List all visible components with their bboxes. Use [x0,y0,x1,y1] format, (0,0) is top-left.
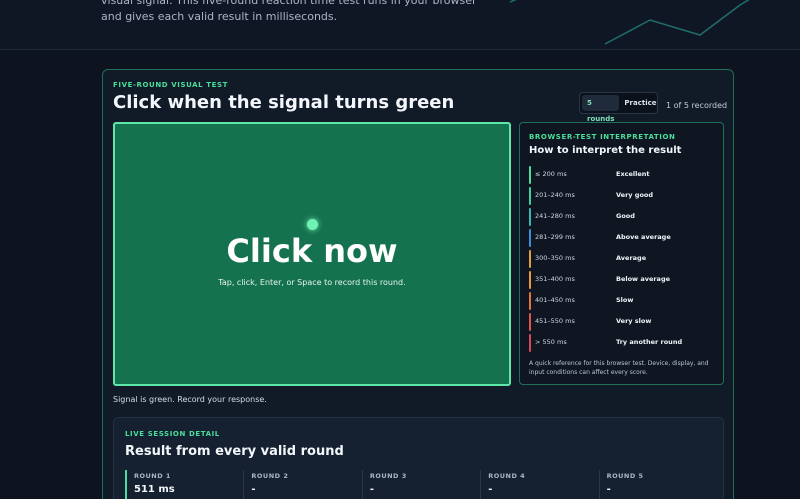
session-title: Result from every valid round [125,444,344,459]
session-detail-panel: LIVE SESSION DETAIL Result from every va… [113,417,724,499]
signal-prompt: Click now [226,232,398,270]
scale-color-bar [529,334,531,352]
round-results: ROUND 1 511 ms ROUND 2 - ROUND 3 - ROUND… [125,470,717,499]
interpretation-title: How to interpret the result [529,145,682,156]
signal-instructions: Tap, click, Enter, or Space to record th… [218,278,406,287]
scale-row: 281–299 ms Above average [529,228,717,249]
round-value: 511 ms [134,484,175,495]
scale-range: 201–240 ms [535,191,575,199]
scale-range: ≤ 200 ms [535,170,567,178]
scale-row: > 550 ms Try another round [529,333,717,354]
round-result: ROUND 5 - [598,470,717,499]
round-result: ROUND 4 - [480,470,598,499]
scale-color-bar [529,271,531,289]
interpretation-scale: ≤ 200 ms Excellent 201–240 ms Very good 24… [529,165,717,354]
signal-status-text: Signal is green. Record your response. [113,395,267,404]
scale-row: 201–240 ms Very good [529,186,717,207]
round-label: ROUND 5 [606,472,644,480]
round-value: - [369,484,374,495]
scale-rating: Slow [616,296,634,304]
scale-range: 351–400 ms [535,275,575,283]
test-title: Click when the signal turns green [113,92,455,113]
round-result: ROUND 2 - [243,470,361,499]
scale-range: 281–299 ms [535,233,575,241]
scale-rating: Average [616,254,647,262]
recorded-count: 1 of 5 recorded [666,101,728,110]
round-result: ROUND 3 - [361,470,480,499]
scale-row: 401–450 ms Slow [529,291,717,312]
scale-rating: Below average [616,275,671,283]
session-eyebrow: LIVE SESSION DETAIL [125,430,220,438]
round-value: - [488,484,493,495]
scale-rating: Good [616,212,635,220]
scale-color-bar [529,208,531,226]
round-value: - [251,484,256,495]
round-label: ROUND 4 [488,472,526,480]
scale-color-bar [529,166,531,184]
scale-row: 351–400 ms Below average [529,270,717,291]
scale-rating: Very slow [616,317,652,325]
scale-range: > 550 ms [535,338,567,346]
scale-color-bar [529,187,531,205]
mode-five-rounds-button[interactable]: 5 rounds [582,95,620,123]
scale-rating: Try another round [616,338,683,346]
interpretation-panel: BROWSER-TEST INTERPRETATION How to inter… [519,122,724,385]
intro-text: visual signal. This five-round reaction … [101,0,477,23]
interpretation-eyebrow: BROWSER-TEST INTERPRETATION [529,133,676,141]
scale-row: ≤ 200 ms Excellent [529,165,717,186]
scale-rating: Excellent [616,170,650,178]
decorative-chart-lines [509,0,750,45]
scale-rating: Above average [616,233,671,241]
scale-row: 300–350 ms Average [529,249,717,270]
scale-range: 401–450 ms [535,296,575,304]
page-header-band: visual signal. This five-round reaction … [0,0,800,50]
round-result: ROUND 1 511 ms [125,470,243,499]
scale-color-bar [529,229,531,247]
round-label: ROUND 3 [369,472,407,480]
scale-range: 241–280 ms [535,212,575,220]
scale-color-bar [529,250,531,268]
scale-row: 241–280 ms Good [529,207,717,228]
test-eyebrow: FIVE-ROUND VISUAL TEST [113,81,229,89]
reaction-test-card: FIVE-ROUND VISUAL TEST Click when the si… [102,69,734,499]
scale-color-bar [529,292,531,310]
scale-rating: Very good [616,191,654,199]
mode-practice-button[interactable]: Practice [619,95,661,111]
round-label: ROUND 1 [134,472,171,480]
scale-range: 451–550 ms [535,317,575,325]
signal-click-area[interactable]: Click now Tap, click, Enter, or Space to… [113,122,511,386]
round-value: - [606,484,611,495]
mode-toggle: 5 rounds Practice [579,92,661,123]
scale-color-bar [529,313,531,331]
scale-row: 451–550 ms Very slow [529,312,717,333]
scale-range: 300–350 ms [535,254,575,262]
interpretation-note: A quick reference for this browser test.… [529,360,709,376]
round-label: ROUND 2 [251,472,289,480]
signal-indicator-dot [307,219,318,230]
